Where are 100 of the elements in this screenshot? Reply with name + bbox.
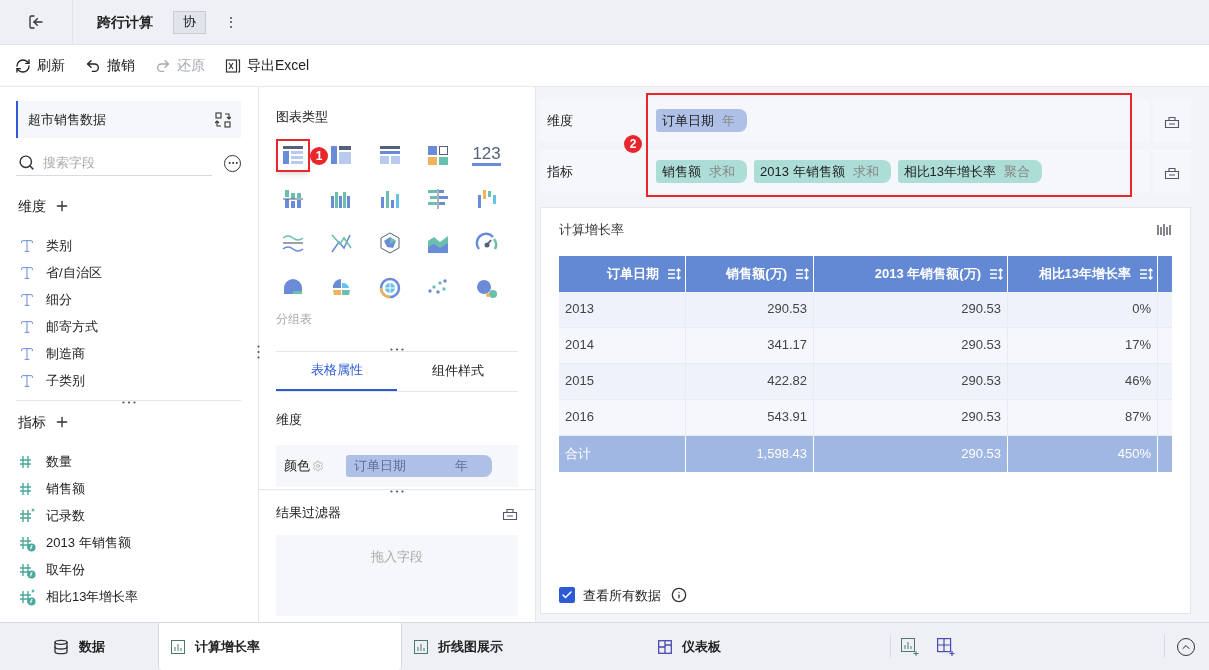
field-name: 制造商	[46, 344, 85, 363]
info-icon[interactable]	[671, 587, 687, 604]
text-field-icon	[19, 372, 35, 389]
dataset-header[interactable]: 超市销售数据	[16, 101, 241, 138]
sort-icon[interactable]	[667, 267, 681, 280]
field-pill[interactable]: 销售额 求和	[656, 160, 747, 183]
field-name: 细分	[46, 290, 72, 309]
field-name: 邮寄方式	[46, 317, 98, 336]
calculated-field-icon	[18, 587, 36, 606]
add-chart-icon[interactable]	[901, 637, 919, 656]
toolbar-button[interactable]: 撤销	[85, 55, 135, 76]
table-cell: 0%	[1008, 291, 1158, 327]
exit-icon[interactable]	[28, 14, 44, 30]
field-item[interactable]: 制造商	[0, 340, 257, 367]
field-item[interactable]: 邮寄方式	[0, 313, 257, 340]
field-item[interactable]: 细分	[0, 286, 257, 313]
drag-handle-icon[interactable]	[390, 347, 404, 351]
sheet-tab[interactable]: 计算增长率	[158, 623, 402, 670]
text-field-icon	[19, 291, 35, 308]
field-item[interactable]: 销售额	[0, 475, 257, 502]
table-cell: 422.82	[686, 363, 814, 399]
search-input[interactable]: 搜索字段	[43, 152, 163, 173]
header-text: 2013 年销售额(万)	[874, 264, 981, 283]
pill-aggregation: 年	[722, 111, 735, 130]
sort-icon[interactable]	[989, 267, 1003, 280]
collaborate-button[interactable]: 协	[173, 10, 206, 34]
field-item[interactable]: 类别	[0, 232, 257, 259]
total-cell: 290.53	[814, 435, 1008, 472]
toolbar-button[interactable]: 刷新	[15, 55, 65, 76]
text-field-icon	[19, 237, 35, 254]
shelf-action[interactable]	[1153, 150, 1191, 193]
card-icon	[426, 143, 451, 167]
field-pill[interactable]: 2013 年销售额 求和	[754, 160, 891, 183]
sheet-tab[interactable]: 数据	[0, 623, 158, 670]
property-tab[interactable]: 表格属性	[276, 351, 397, 391]
chart-type-caption: 分组表	[276, 310, 313, 328]
dataset-name: 超市销售数据	[28, 110, 106, 129]
table-cell: 341.17	[686, 327, 814, 363]
detail-table-icon	[377, 143, 402, 167]
checkbox[interactable]	[559, 587, 575, 604]
table-cell: 46%	[1008, 363, 1158, 399]
pill-name: 相比13年增长率	[903, 162, 996, 181]
field-pill[interactable]: 相比13年增长率 聚合	[897, 160, 1042, 183]
checkbox-label: 查看所有数据	[583, 586, 661, 605]
shelf-action[interactable]	[1153, 99, 1191, 142]
field-name: 记录数	[46, 506, 85, 525]
switch-icon[interactable]	[215, 111, 231, 128]
field-name: 相比13年增长率	[46, 587, 139, 606]
add-dashboard-icon[interactable]	[937, 637, 955, 656]
field-item[interactable]: 2013 年销售额	[0, 529, 257, 556]
cross-table-icon	[329, 143, 354, 167]
drag-handle-icon[interactable]	[390, 490, 404, 493]
sort-icon[interactable]	[1139, 267, 1153, 280]
table-cell: 2014	[559, 327, 686, 363]
column-header[interactable]: 2013 年销售额(万)	[814, 255, 1008, 292]
sort-icon[interactable]	[795, 267, 809, 280]
field-item[interactable]: 记录数	[0, 502, 257, 529]
add-icon[interactable]	[54, 198, 70, 214]
pill-name: 2013 年销售额	[760, 162, 845, 181]
header-text: 销售额(万)	[726, 264, 787, 283]
section-title: 维度	[18, 196, 46, 216]
add-icon[interactable]	[54, 414, 70, 430]
table-cell: 290.53	[814, 291, 1008, 327]
search-icon	[18, 154, 35, 171]
drag-handle-icon[interactable]	[121, 401, 136, 404]
sheet-tab[interactable]: 仪表板	[646, 623, 890, 670]
bar-chart-icon	[414, 639, 428, 654]
radar-icon	[377, 231, 402, 255]
field-item[interactable]: 相比13年增长率	[0, 583, 257, 610]
spreadsheet-icon	[225, 57, 241, 74]
field-name: 销售额	[46, 479, 85, 498]
field-item[interactable]: 数量	[0, 448, 257, 475]
section-title: 维度	[276, 410, 303, 429]
header-text: 订单日期	[607, 264, 659, 283]
shelf-label: 维度	[546, 111, 574, 130]
search-field[interactable]: 搜索字段	[16, 150, 212, 176]
field-name: 2013 年销售额	[46, 533, 131, 552]
column-header[interactable]: 销售额(万)	[686, 255, 814, 292]
chart-type-tile[interactable]	[276, 138, 310, 172]
field-item[interactable]: 子类别	[0, 367, 257, 394]
widget-title: 计算增长率	[559, 221, 624, 239]
chart-type-tile[interactable]: 123	[473, 138, 500, 172]
field-item[interactable]: 取年份	[0, 556, 257, 583]
record-field-icon	[18, 506, 36, 525]
table-cell: 17%	[1008, 327, 1158, 363]
column-header[interactable]: 订单日期	[559, 255, 686, 292]
column-header[interactable]: 相比13年增长率	[1008, 255, 1158, 292]
toolbar-button[interactable]: 导出Excel	[225, 55, 310, 76]
bar-chart-icon	[171, 639, 185, 654]
text-field-icon	[19, 318, 35, 335]
table-cell: 2015	[559, 363, 686, 399]
property-tab[interactable]: 组件样式	[397, 351, 518, 391]
field-name: 取年份	[46, 560, 85, 579]
bar-pattern-icon[interactable]	[1156, 221, 1172, 238]
drag-handle-icon[interactable]	[257, 345, 260, 359]
more-button[interactable]: ⋮	[224, 11, 238, 33]
sheet-tab[interactable]: 折线图展示	[402, 623, 646, 670]
field-item[interactable]: 省/自治区	[0, 259, 257, 286]
field-pill[interactable]: 订单日期 年	[656, 109, 747, 132]
color-label: 颜色	[284, 457, 310, 476]
